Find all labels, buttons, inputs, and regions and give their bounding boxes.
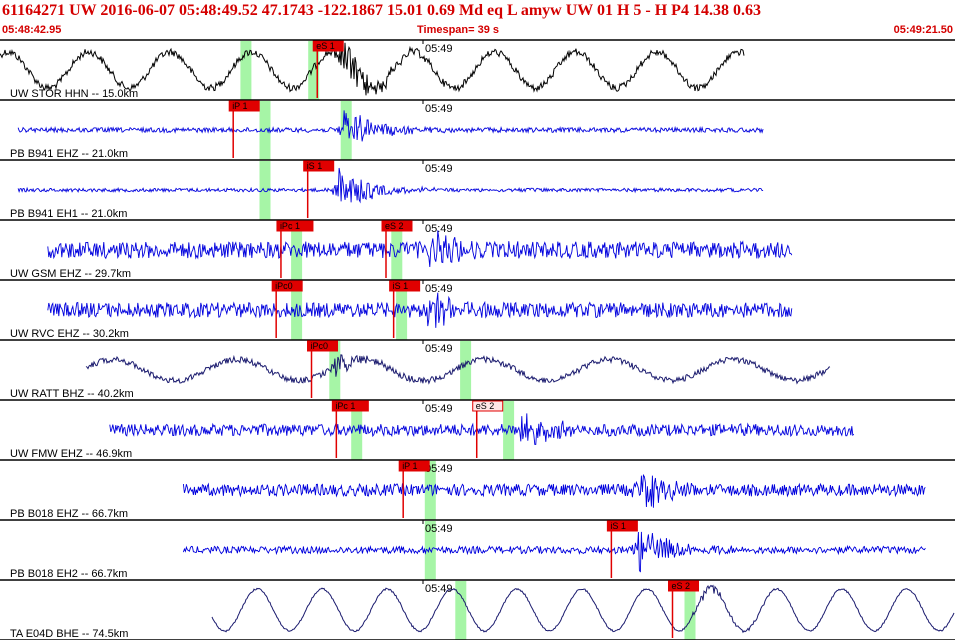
phase-pick-label[interactable]: eS 2 xyxy=(476,401,495,411)
waveform-trace xyxy=(109,413,855,445)
minute-label: 05:49 xyxy=(425,163,453,175)
minute-label: 05:49 xyxy=(425,43,453,55)
phase-pick-label[interactable]: iS 1 xyxy=(610,521,626,531)
channel-label: PB B941 EH1 -- 21.0km xyxy=(10,208,127,220)
phase-pick-label[interactable]: iPc0 xyxy=(275,281,293,291)
minute-label: 05:49 xyxy=(425,583,453,595)
phase-pick-label[interactable]: eS 2 xyxy=(672,581,691,591)
phase-pick-label[interactable]: iPc 1 xyxy=(280,221,300,231)
channel-label: PB B018 EH2 -- 66.7km xyxy=(10,568,127,580)
waveform-trace xyxy=(182,531,926,573)
phase-pick-label[interactable]: iS 1 xyxy=(393,281,409,291)
minute-label: 05:49 xyxy=(425,523,453,535)
channel-label: UW STOR HHN -- 15.0km xyxy=(10,88,138,100)
phase-pick-label[interactable]: iPc 1 xyxy=(335,401,355,411)
channel-label: PB B941 EHZ -- 21.0km xyxy=(10,148,128,160)
channel-label: UW GSM EHZ -- 29.7km xyxy=(10,268,131,280)
waveform-trace xyxy=(17,167,764,204)
channel-label: UW FMW EHZ -- 46.9km xyxy=(10,448,132,460)
minute-label: 05:49 xyxy=(425,403,453,415)
phase-pick-label[interactable]: iS 1 xyxy=(307,161,323,171)
phase-pick-label[interactable]: eS 1 xyxy=(316,41,335,51)
minute-label: 05:49 xyxy=(425,283,453,295)
phase-pick-label[interactable]: iPc0 xyxy=(311,341,329,351)
minute-label: 05:49 xyxy=(425,223,453,235)
waveform-trace xyxy=(17,110,764,142)
minute-label: 05:49 xyxy=(425,103,453,115)
waveform-trace xyxy=(182,473,926,508)
minute-label: 05:49 xyxy=(425,343,453,355)
channel-label: TA E04D BHE -- 74.5km xyxy=(10,628,128,640)
waveform-trace xyxy=(47,292,793,328)
phase-window-band xyxy=(460,341,472,400)
phase-pick-label[interactable]: eS 2 xyxy=(385,221,404,231)
waveform-trace xyxy=(47,230,793,268)
seismogram-panel[interactable]: 05:49 eS 1 UW STOR HHN -- 15.0km 05:49 iP 1 P… xyxy=(0,0,955,640)
phase-window-band xyxy=(455,581,467,640)
channel-label: UW RATT BHZ -- 40.2km xyxy=(10,388,134,400)
waveform-trace xyxy=(85,354,831,385)
phase-pick-label[interactable]: iP 1 xyxy=(402,461,417,471)
waveform-trace xyxy=(211,584,955,634)
channel-label: PB B018 EHZ -- 66.7km xyxy=(10,508,128,520)
phase-pick-label[interactable]: iP 1 xyxy=(232,101,247,111)
channel-label: UW RVC EHZ -- 30.2km xyxy=(10,328,129,340)
